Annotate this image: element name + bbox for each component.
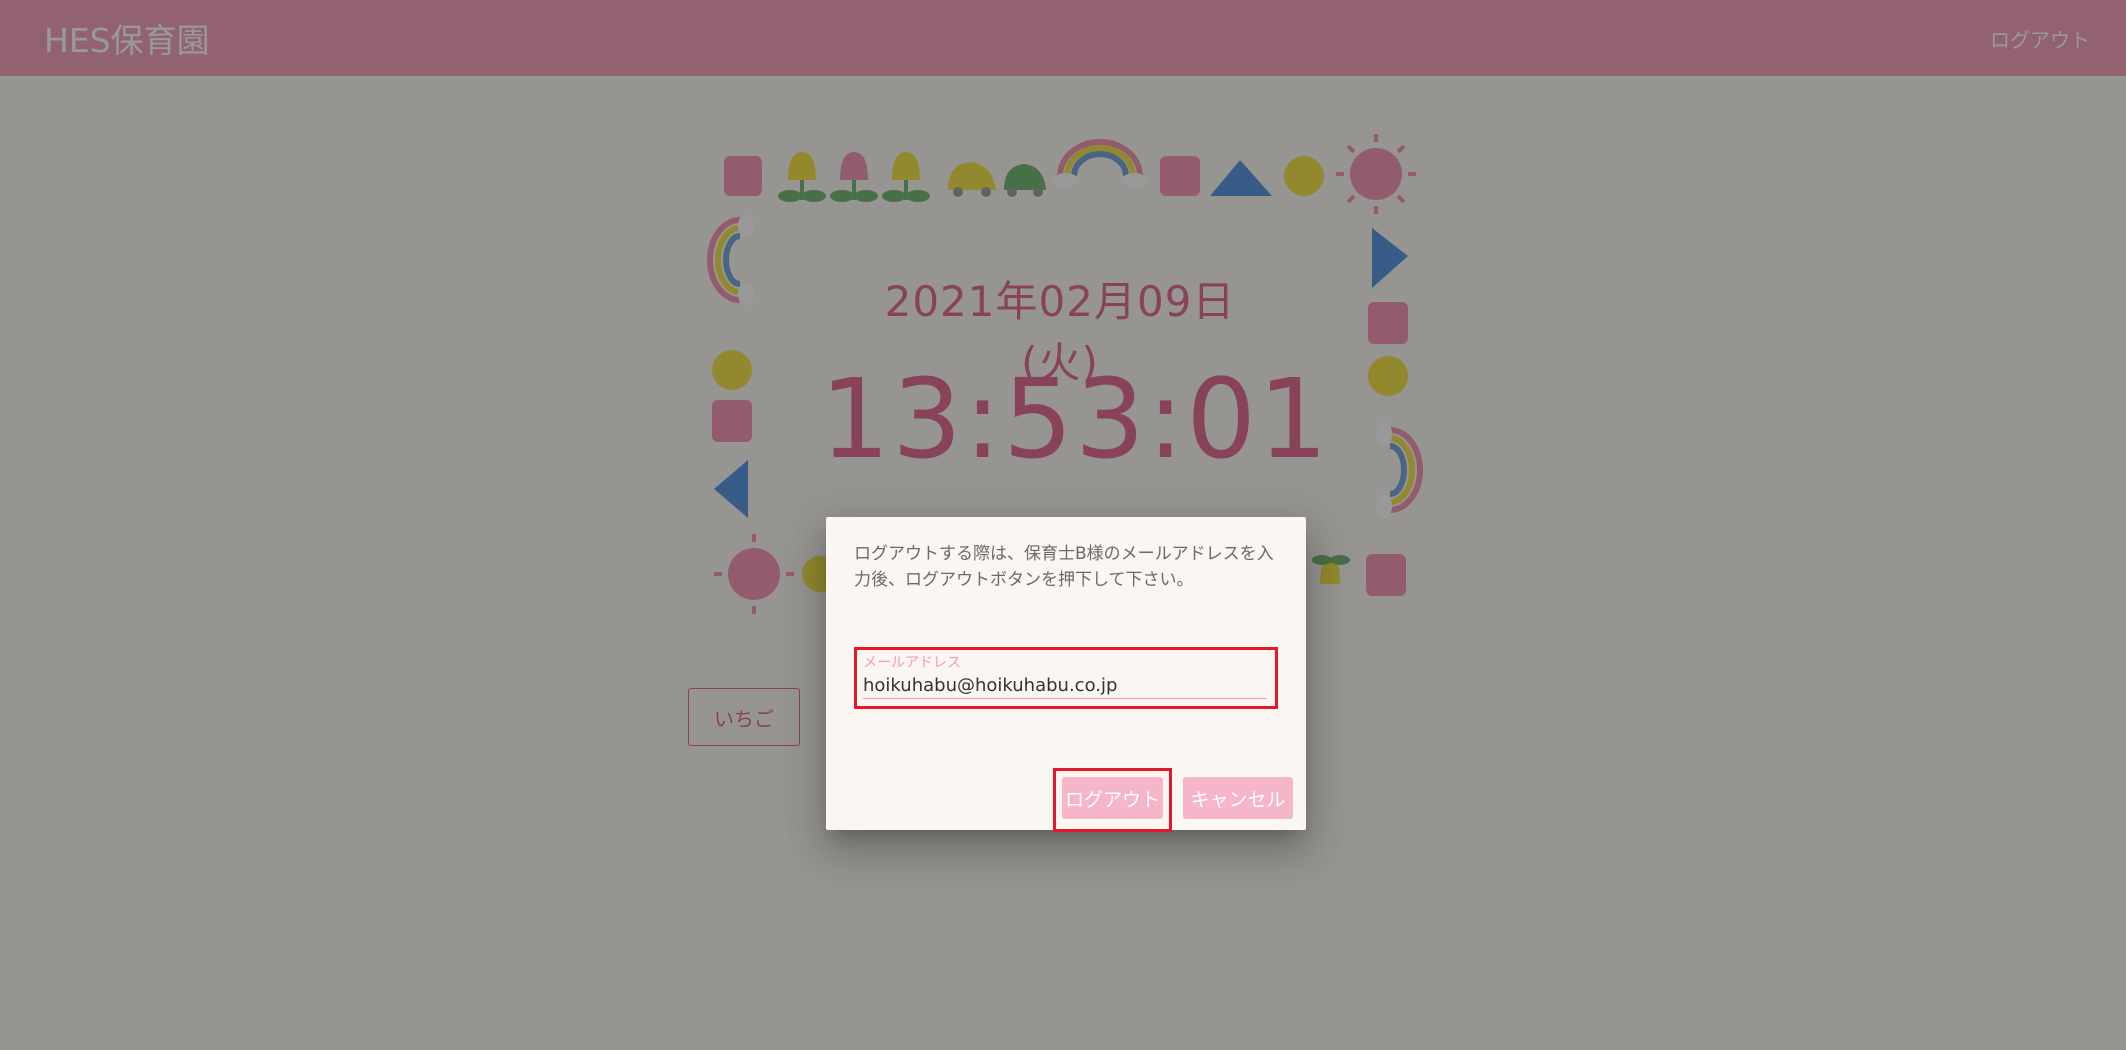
- email-field-highlight: メールアドレス: [854, 647, 1278, 709]
- cancel-button[interactable]: キャンセル: [1183, 777, 1293, 819]
- logout-button[interactable]: ログアウト: [1062, 777, 1163, 819]
- dialog-message: ログアウトする際は、保育士B様のメールアドレスを入力後、ログアウトボタンを押下し…: [854, 544, 1274, 590]
- email-field[interactable]: [863, 672, 1267, 699]
- logout-dialog: ログアウトする際は、保育士B様のメールアドレスを入力後、ログアウトボタンを押下し…: [826, 517, 1306, 832]
- email-field-label: メールアドレス: [863, 655, 961, 671]
